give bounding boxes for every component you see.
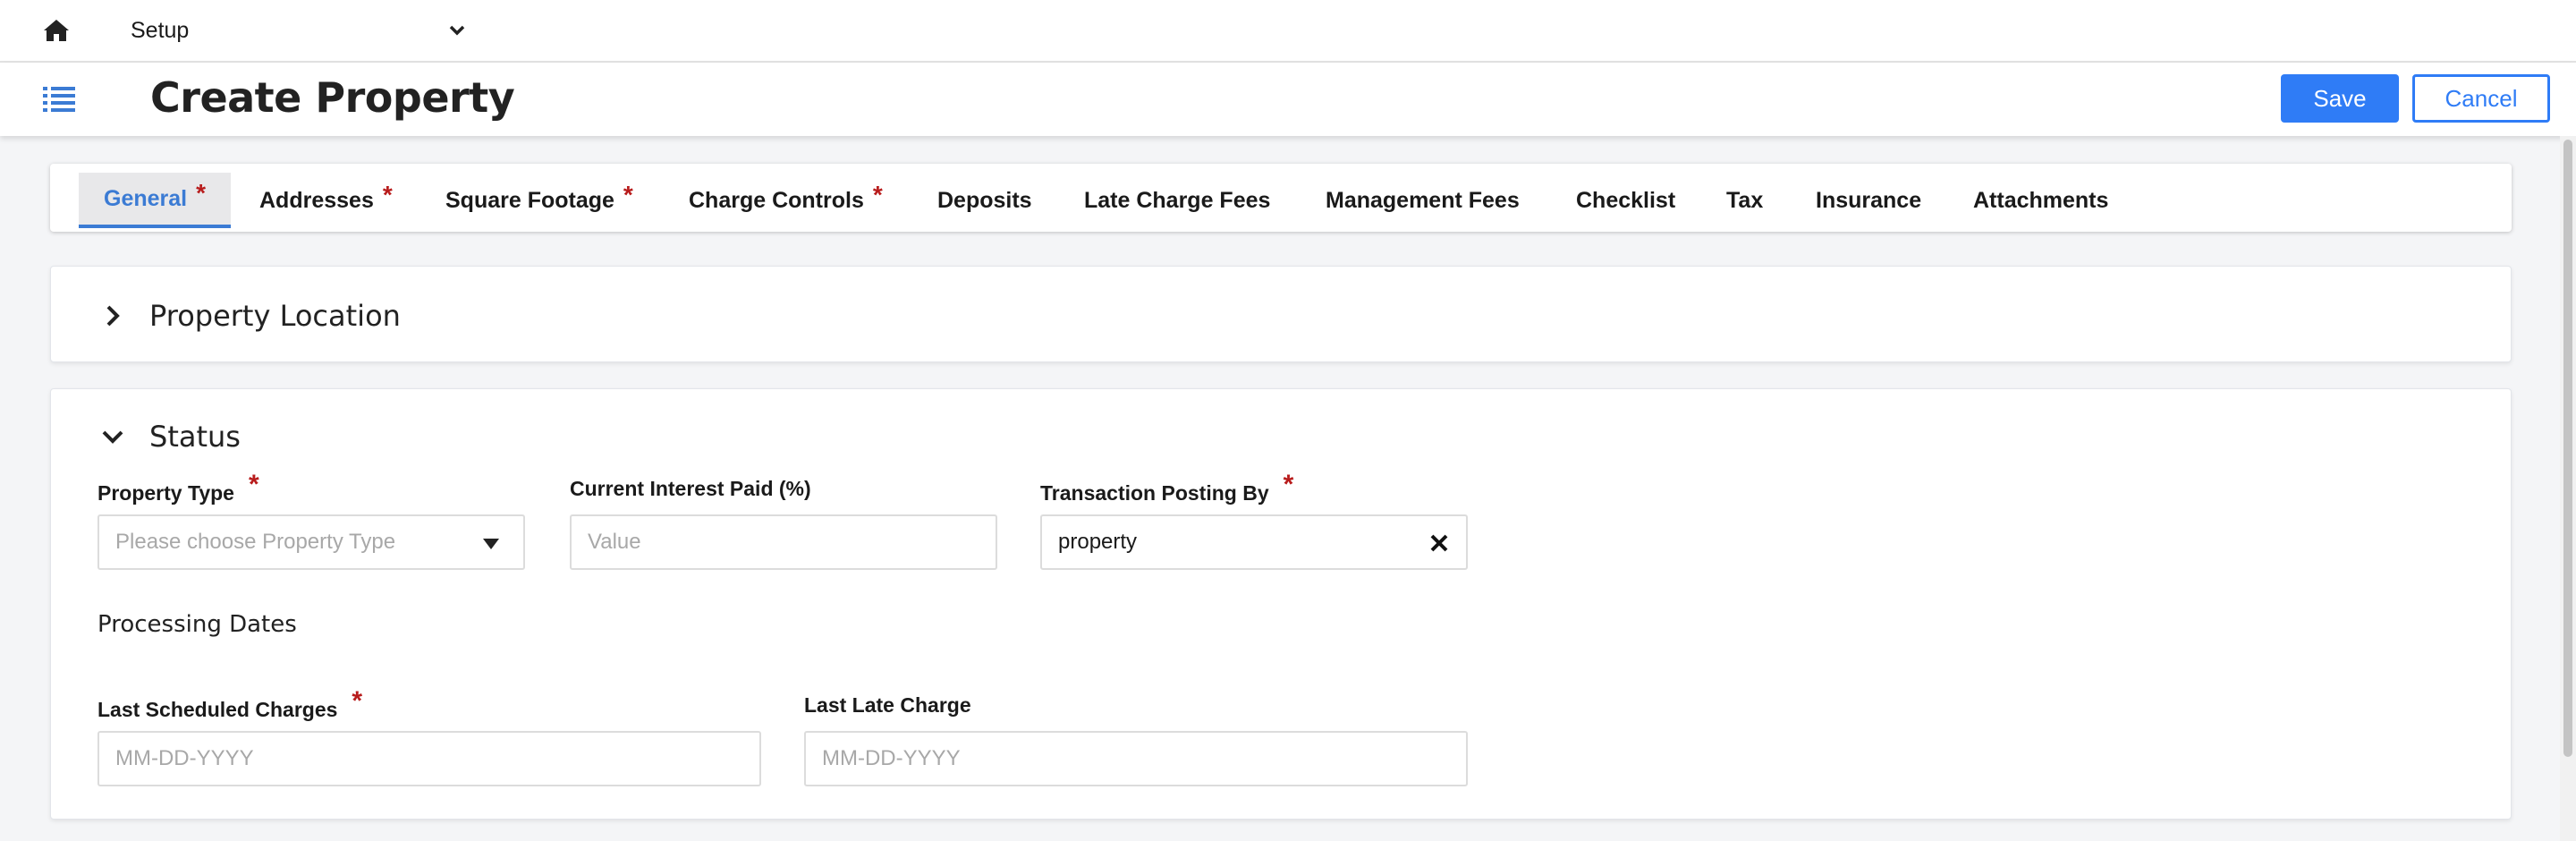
required-marker: * <box>382 181 393 208</box>
field-label-text: Transaction Posting By <box>1040 481 1269 505</box>
tab-late-charge-fees[interactable]: Late Charge Fees <box>1084 173 1270 228</box>
cancel-button[interactable]: Cancel <box>2412 74 2550 123</box>
last-scheduled-charges-date-input[interactable]: MM-DD-YYYY <box>97 731 761 786</box>
save-button[interactable]: Save <box>2281 74 2399 123</box>
required-marker: * <box>1283 470 1294 499</box>
tab-label: Checklist <box>1576 187 1676 213</box>
last-scheduled-charges-label: Last Scheduled Charges * <box>97 686 362 724</box>
last-late-charge-label: Last Late Charge <box>804 693 971 717</box>
caret-down-icon <box>483 539 499 549</box>
current-interest-input[interactable]: Value <box>570 514 997 570</box>
page-title: Create Property <box>150 73 515 122</box>
tab-label: Deposits <box>937 187 1032 213</box>
tab-general[interactable]: General * <box>79 173 232 228</box>
property-location-toggle[interactable]: Property Location <box>101 299 401 333</box>
section-title: Status <box>149 420 241 454</box>
processing-dates-heading: Processing Dates <box>97 611 297 638</box>
property-type-placeholder: Please choose Property Type <box>115 530 396 554</box>
tab-label: Management Fees <box>1326 187 1520 213</box>
tab-addresses[interactable]: Addresses * <box>259 173 393 228</box>
tab-attachments[interactable]: Attachments <box>1973 173 2108 228</box>
required-marker: * <box>352 686 363 716</box>
required-marker: * <box>248 470 259 499</box>
tab-bar: General * Addresses * Square Footage * Char… <box>50 164 2512 232</box>
module-label: Setup <box>131 17 190 43</box>
required-marker: * <box>196 179 207 207</box>
property-location-section: Property Location <box>50 266 2512 362</box>
property-type-dropdown[interactable]: Please choose Property Type <box>97 514 525 570</box>
tab-label: Charge Controls <box>689 187 864 213</box>
top-bar: Setup <box>0 0 2576 63</box>
home-icon[interactable] <box>43 18 70 43</box>
tab-tax[interactable]: Tax <box>1726 173 1763 228</box>
transaction-posting-select[interactable]: property <box>1040 514 1468 570</box>
last-late-charge-date-input[interactable]: MM-DD-YYYY <box>804 731 1468 786</box>
list-icon[interactable] <box>43 84 75 113</box>
page-header: Create Property Save Cancel <box>0 63 2576 136</box>
date-placeholder: MM-DD-YYYY <box>115 746 254 770</box>
vertical-scrollbar[interactable] <box>2560 136 2576 841</box>
field-label-text: Property Type <box>97 481 234 505</box>
tab-square-footage[interactable]: Square Footage * <box>445 173 633 228</box>
tab-label: Late Charge Fees <box>1084 187 1271 213</box>
transaction-posting-label: Transaction Posting By * <box>1040 470 1293 507</box>
chevron-down-icon <box>447 21 467 39</box>
scrollbar-thumb[interactable] <box>2563 140 2572 757</box>
date-placeholder: MM-DD-YYYY <box>822 746 961 770</box>
close-icon[interactable] <box>1428 532 1450 554</box>
chevron-right-icon <box>106 305 120 327</box>
property-type-label: Property Type * <box>97 470 259 507</box>
module-selector[interactable]: Setup <box>131 11 467 50</box>
section-title: Property Location <box>149 299 401 333</box>
required-marker: * <box>872 181 883 208</box>
status-section: Status Property Type * Please choose Prop… <box>50 388 2512 820</box>
current-interest-placeholder: Value <box>588 530 641 554</box>
field-label-text: Last Scheduled Charges <box>97 698 338 721</box>
tab-label: Insurance <box>1816 187 1922 213</box>
tab-label: General <box>104 185 188 211</box>
tab-label: Attachments <box>1973 187 2109 213</box>
tab-charge-controls[interactable]: Charge Controls * <box>689 173 883 228</box>
chevron-down-icon <box>102 430 123 444</box>
tab-insurance[interactable]: Insurance <box>1816 173 1921 228</box>
current-interest-label: Current Interest Paid (%) <box>570 477 811 500</box>
tab-label: Tax <box>1726 187 1764 213</box>
tab-deposits[interactable]: Deposits <box>937 173 1032 228</box>
tab-management-fees[interactable]: Management Fees <box>1326 173 1520 228</box>
required-marker: * <box>623 181 633 208</box>
tab-label: Addresses <box>259 187 374 213</box>
transaction-posting-value: property <box>1058 530 1138 554</box>
status-toggle[interactable]: Status <box>101 420 241 454</box>
tab-checklist[interactable]: Checklist <box>1576 173 1675 228</box>
tab-label: Square Footage <box>445 187 614 213</box>
